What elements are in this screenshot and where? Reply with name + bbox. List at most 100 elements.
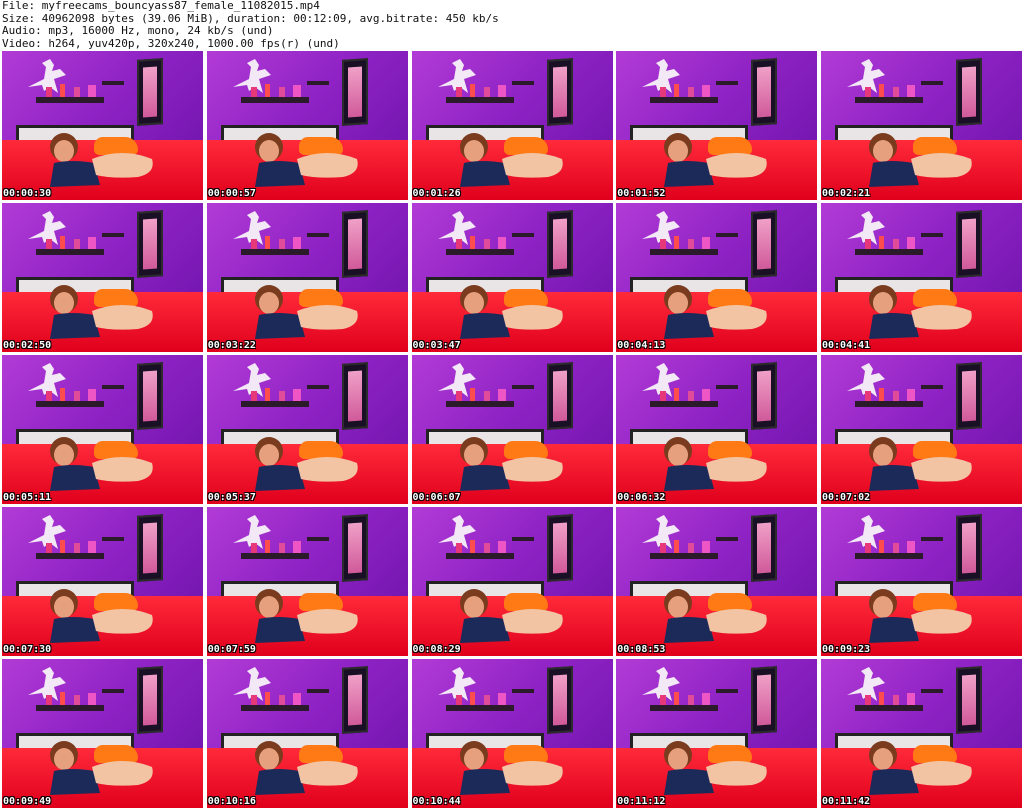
video-thumbnail: 00:11:42: [821, 659, 1022, 808]
candles: [865, 388, 921, 401]
wall-shelf: [855, 705, 923, 711]
wall-shelf: [650, 97, 719, 103]
candles: [660, 388, 717, 401]
candles: [46, 84, 102, 97]
candles: [660, 692, 717, 705]
small-wall-shelf: [306, 537, 329, 541]
candles: [250, 540, 307, 553]
wall-shelf: [240, 249, 309, 255]
thumbnail-timestamp: 00:07:59: [207, 644, 256, 655]
wall-shelf: [36, 249, 104, 255]
cat-picture-frame: [137, 362, 163, 430]
person-figure: [42, 433, 162, 495]
small-wall-shelf: [921, 537, 943, 541]
person-figure: [656, 585, 776, 647]
wall-shelf: [445, 401, 514, 407]
wall-shelf: [36, 705, 104, 711]
candles: [250, 84, 307, 97]
cat-picture-frame: [137, 666, 163, 734]
small-wall-shelf: [921, 689, 943, 693]
person-figure: [656, 281, 776, 343]
small-wall-shelf: [102, 537, 124, 541]
video-thumbnail: 00:04:41: [821, 203, 1022, 352]
cat-picture-frame: [956, 58, 982, 126]
candles: [46, 540, 102, 553]
thumbnail-timestamp: 00:06:32: [617, 492, 666, 503]
thumbnail-timestamp: 00:07:30: [3, 644, 52, 655]
small-wall-shelf: [511, 81, 534, 85]
candles: [660, 540, 717, 553]
cat-picture-frame: [137, 58, 163, 126]
person-figure: [42, 281, 162, 343]
video-thumbnail: 00:04:13: [616, 203, 818, 352]
cat-picture-frame: [341, 514, 368, 582]
small-wall-shelf: [102, 385, 124, 389]
video-thumbnail: 00:10:44: [411, 659, 613, 808]
wall-shelf: [240, 401, 309, 407]
thumbnail-timestamp: 00:08:53: [617, 644, 666, 655]
small-wall-shelf: [921, 81, 943, 85]
small-wall-shelf: [102, 81, 124, 85]
wall-shelf: [36, 553, 104, 559]
cat-picture-frame: [751, 666, 778, 734]
small-wall-shelf: [716, 689, 739, 693]
person-figure: [452, 737, 572, 799]
video-info-line: Video: h264, yuv420p, 320x240, 1000.00 f…: [2, 36, 340, 50]
small-wall-shelf: [716, 385, 739, 389]
person-figure: [247, 585, 367, 647]
wall-shelf: [855, 401, 923, 407]
thumbnail-timestamp: 00:01:52: [617, 188, 666, 199]
candles: [250, 692, 307, 705]
wall-shelf: [445, 553, 514, 559]
small-wall-shelf: [511, 233, 534, 237]
cat-picture-frame: [751, 210, 778, 278]
wall-shelf: [650, 249, 719, 255]
person-figure: [247, 433, 367, 495]
video-thumbnail: 00:05:11: [2, 355, 203, 504]
wall-shelf: [36, 401, 104, 407]
small-wall-shelf: [716, 537, 739, 541]
video-thumbnail: 00:00:30: [2, 51, 203, 200]
thumbnail-timestamp: 00:10:44: [412, 796, 461, 807]
candles: [865, 540, 921, 553]
thumbnail-timestamp: 00:03:22: [207, 340, 256, 351]
thumbnail-timestamp: 00:01:26: [412, 188, 461, 199]
person-figure: [656, 433, 776, 495]
cat-picture-frame: [956, 514, 982, 582]
thumbnail-timestamp: 00:10:16: [207, 796, 256, 807]
video-thumbnail: 00:06:07: [411, 355, 613, 504]
cat-picture-frame: [341, 58, 368, 126]
thumbnail-timestamp: 00:08:29: [412, 644, 461, 655]
candles: [455, 236, 512, 249]
cat-picture-frame: [956, 362, 982, 430]
cat-picture-frame: [341, 362, 368, 430]
small-wall-shelf: [102, 689, 124, 693]
wall-shelf: [240, 553, 309, 559]
wall-shelf: [855, 553, 923, 559]
small-wall-shelf: [102, 233, 124, 237]
wall-shelf: [445, 249, 514, 255]
thumbnail-timestamp: 00:11:42: [822, 796, 871, 807]
person-figure: [656, 129, 776, 191]
wall-shelf: [445, 705, 514, 711]
video-thumbnail: 00:07:30: [2, 507, 203, 656]
candles: [660, 84, 717, 97]
small-wall-shelf: [511, 537, 534, 541]
person-figure: [861, 281, 981, 343]
person-figure: [861, 129, 981, 191]
person-figure: [247, 737, 367, 799]
person-figure: [42, 737, 162, 799]
small-wall-shelf: [511, 385, 534, 389]
small-wall-shelf: [921, 385, 943, 389]
video-thumbnail: 00:02:50: [2, 203, 203, 352]
thumbnail-grid: 00:00:30 00:00:57 00:01:26 00:01:52 00:02:21…: [2, 51, 1022, 811]
thumbnail-timestamp: 00:04:13: [617, 340, 666, 351]
small-wall-shelf: [306, 385, 329, 389]
wall-shelf: [855, 97, 923, 103]
wall-shelf: [240, 97, 309, 103]
thumbnail-timestamp: 00:11:12: [617, 796, 666, 807]
wall-shelf: [240, 705, 309, 711]
cat-picture-frame: [341, 210, 368, 278]
person-figure: [247, 129, 367, 191]
file-name-line: File: myfreecams_bouncyass87_female_1108…: [2, 0, 320, 12]
